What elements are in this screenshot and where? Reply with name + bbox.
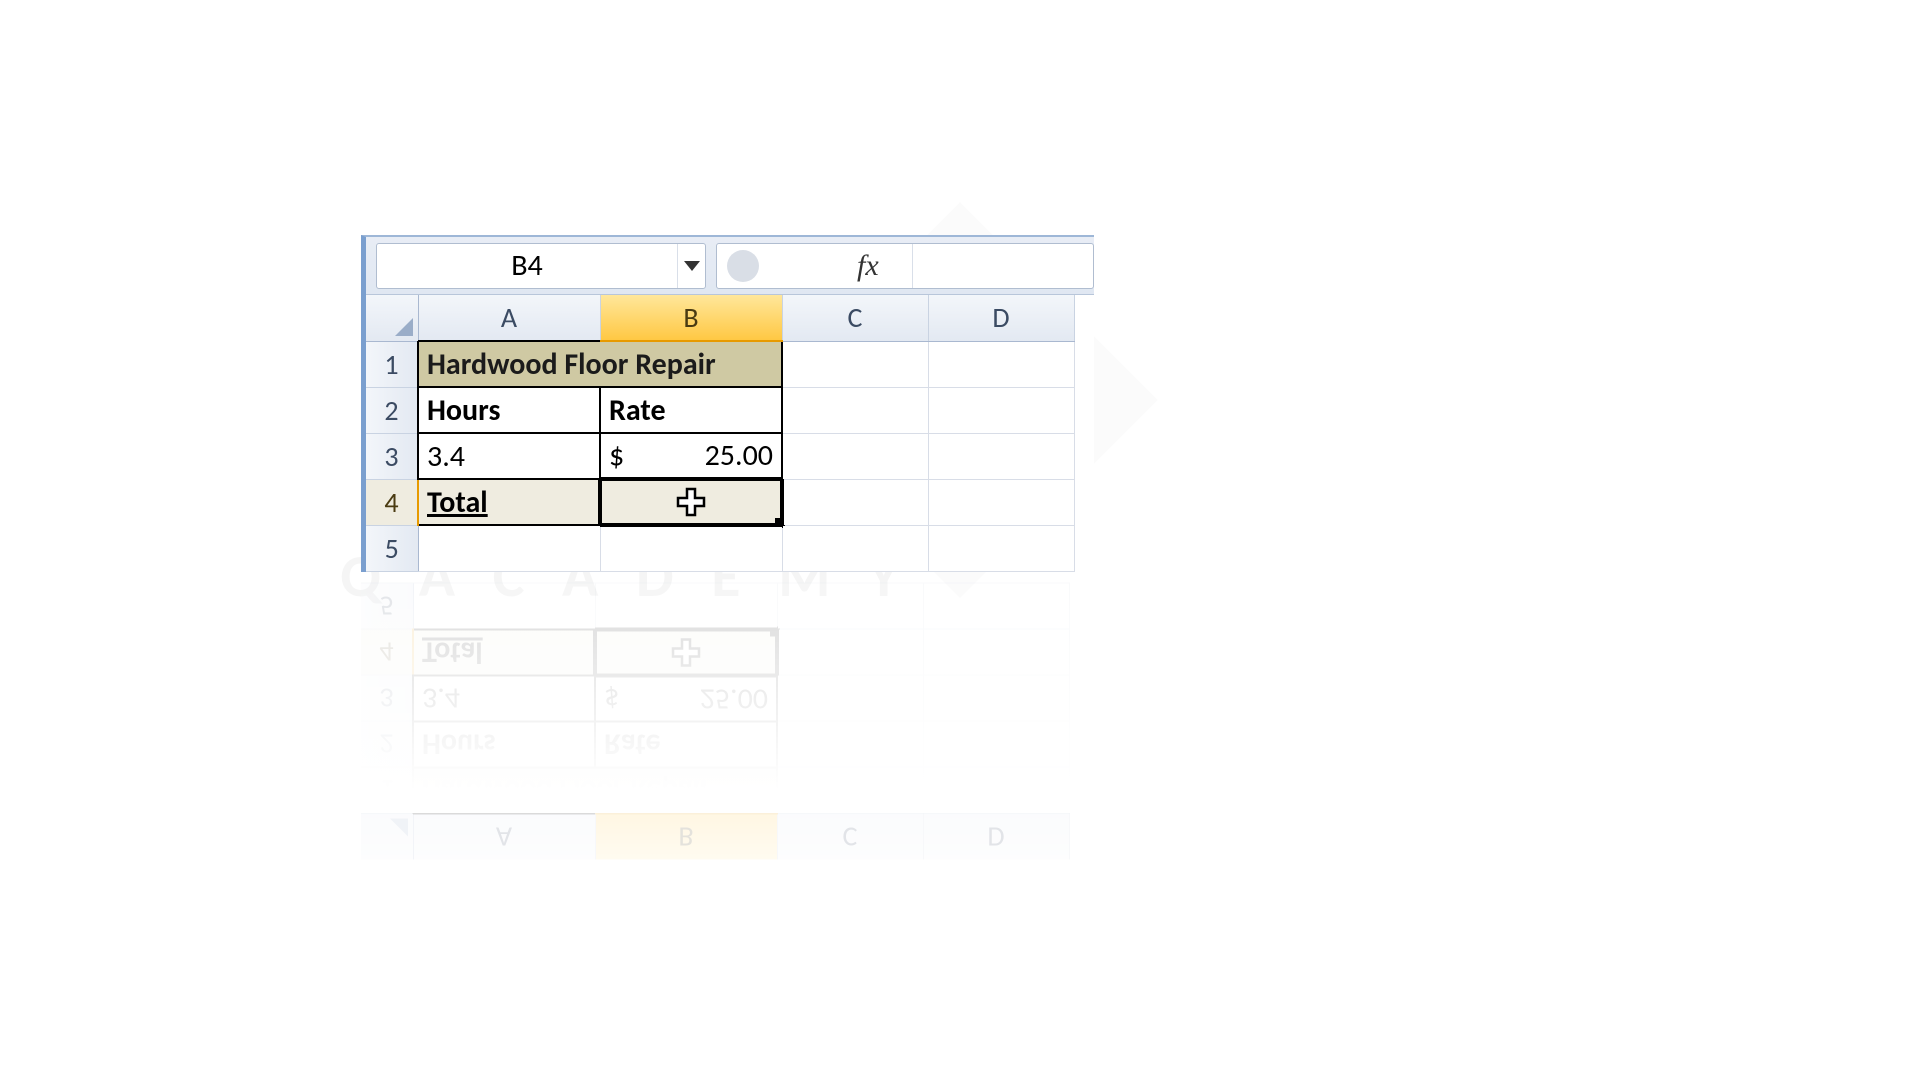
cell-D4[interactable] xyxy=(928,479,1074,525)
row-header-3[interactable]: 3 xyxy=(366,433,418,479)
cell-D3[interactable] xyxy=(928,433,1074,479)
formula-bar[interactable]: fx xyxy=(716,243,1094,289)
spreadsheet-grid[interactable]: A B C D 1 Hardwood Floor Repair 2 Hours … xyxy=(366,295,1094,572)
cell-A5[interactable] xyxy=(418,525,600,571)
name-box[interactable]: B4 xyxy=(376,243,706,289)
cell-D1[interactable] xyxy=(928,341,1074,387)
row-header-1[interactable]: 1 xyxy=(366,341,418,387)
formula-bar-row: B4 fx xyxy=(366,237,1094,295)
excel-window: B4 fx A B C D 1 Hardwood Floor Repair xyxy=(361,235,1094,572)
col-header-A[interactable]: A xyxy=(418,295,600,341)
reflection-decoration: A B C D 1 Hardwood Floor Repair 2 Hours … xyxy=(361,583,1094,860)
cell-B5[interactable] xyxy=(600,525,782,571)
chevron-down-icon xyxy=(684,261,700,271)
name-box-value: B4 xyxy=(377,247,677,284)
select-all-corner[interactable] xyxy=(366,295,418,341)
row-header-5[interactable]: 5 xyxy=(366,525,418,571)
row-header-4[interactable]: 4 xyxy=(366,479,418,525)
cell-cursor-icon xyxy=(676,487,706,517)
col-header-C[interactable]: C xyxy=(782,295,928,341)
row-header-2[interactable]: 2 xyxy=(366,387,418,433)
formula-bar-divider xyxy=(912,244,913,288)
cell-D5[interactable] xyxy=(928,525,1074,571)
currency-symbol: $ xyxy=(609,437,624,474)
cell-C3[interactable] xyxy=(782,433,928,479)
fx-icon[interactable]: fx xyxy=(857,249,879,283)
cell-C1[interactable] xyxy=(782,341,928,387)
rate-amount: 25.00 xyxy=(705,437,773,474)
cell-A3-hours-value[interactable]: 3.4 xyxy=(418,433,600,479)
reflection-fade xyxy=(361,583,1094,813)
col-header-D[interactable]: D xyxy=(928,295,1074,341)
cell-A4-total-label[interactable]: Total xyxy=(418,479,600,525)
cell-B3-rate-value[interactable]: $ 25.00 xyxy=(600,433,782,479)
cancel-icon xyxy=(727,250,759,282)
col-header-B[interactable]: B xyxy=(600,295,782,341)
cell-A2-hours-label[interactable]: Hours xyxy=(418,387,600,433)
cell-D2[interactable] xyxy=(928,387,1074,433)
cell-B4-selected[interactable] xyxy=(600,479,782,525)
cell-C2[interactable] xyxy=(782,387,928,433)
cell-C5[interactable] xyxy=(782,525,928,571)
cell-A1-title[interactable]: Hardwood Floor Repair xyxy=(418,341,782,387)
cell-C4[interactable] xyxy=(782,479,928,525)
name-box-dropdown[interactable] xyxy=(677,244,705,288)
cell-B2-rate-label[interactable]: Rate xyxy=(600,387,782,433)
